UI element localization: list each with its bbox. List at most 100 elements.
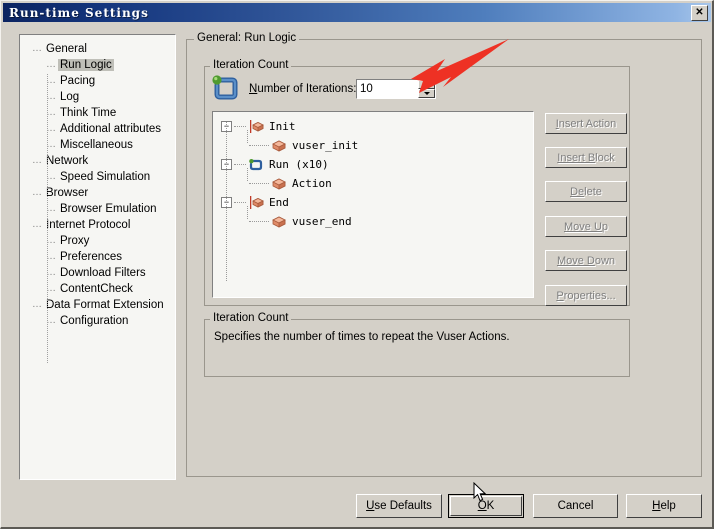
sidebar-item-preferences[interactable]: … Preferences bbox=[20, 249, 175, 265]
action-label: Action bbox=[292, 177, 332, 190]
delete-button[interactable]: De lete bbox=[545, 181, 627, 202]
number-of-iterations-input[interactable] bbox=[357, 80, 418, 98]
sidebar-item-proxy[interactable]: … Proxy bbox=[20, 233, 175, 249]
sidebar-item-label: Think Time bbox=[60, 107, 117, 119]
tree-dash-icon: … bbox=[32, 299, 42, 310]
button-label: se Defaults bbox=[374, 500, 432, 512]
sidebar-item-label: Run Logic bbox=[58, 59, 114, 71]
tree-dash-icon: … bbox=[32, 155, 42, 166]
sidebar-item-log[interactable]: … Log bbox=[20, 89, 175, 105]
sidebar-item-pacing[interactable]: … Pacing bbox=[20, 73, 175, 89]
nav-items-container: … General… Run Logic… Pacing… Log… Think Time… bbox=[20, 35, 175, 329]
button-mnemonic: Insert B bbox=[557, 151, 596, 164]
sidebar-item-run-logic[interactable]: … Run Logic bbox=[20, 57, 175, 73]
button-mnemonic: P bbox=[556, 289, 564, 302]
button-mnemonic: H bbox=[652, 500, 661, 512]
iteration-count-legend: Iteration Count bbox=[210, 59, 292, 71]
tree-dash-icon: … bbox=[32, 187, 42, 198]
sidebar-item-label: Miscellaneous bbox=[60, 139, 133, 151]
help-button[interactable]: Help bbox=[626, 494, 702, 518]
sidebar-item-browser[interactable]: … Browser bbox=[20, 185, 175, 201]
description-group bbox=[204, 319, 630, 377]
end-block-icon bbox=[248, 196, 264, 209]
tree-connector-line bbox=[234, 202, 246, 203]
action-tree-row[interactable]: vuser_end bbox=[213, 212, 533, 231]
tree-dash-icon: … bbox=[32, 43, 42, 54]
sidebar-item-additional-attributes[interactable]: … Additional attributes bbox=[20, 121, 175, 137]
sidebar-item-general[interactable]: … General bbox=[20, 41, 175, 57]
action-tree-row[interactable]: vuser_init bbox=[213, 136, 533, 155]
description-group-legend: Iteration Count bbox=[210, 312, 292, 324]
run-loop-icon bbox=[248, 158, 264, 171]
outer-group-legend: General: Run Logic bbox=[194, 32, 300, 44]
button-mnemonic: U bbox=[366, 500, 375, 512]
spin-up-icon[interactable] bbox=[418, 80, 435, 89]
button-mnemonic: Move U bbox=[563, 220, 602, 233]
sidebar-item-label: Log bbox=[60, 91, 80, 103]
sidebar-item-label: Internet Protocol bbox=[46, 219, 131, 231]
sidebar-item-download-filters[interactable]: … Download Filters bbox=[20, 265, 175, 281]
insert-block-button[interactable]: Insert Block bbox=[545, 147, 627, 168]
button-label: Cancel bbox=[557, 500, 594, 512]
action-tree-row[interactable]: −Run (x10) bbox=[213, 155, 533, 174]
action-label: vuser_end bbox=[292, 215, 352, 228]
properties-button[interactable]: Properties... bbox=[545, 285, 627, 306]
tree-dash-icon: … bbox=[46, 59, 56, 70]
tree-connector-line bbox=[234, 164, 246, 165]
run-logic-actions-tree[interactable]: −Init vuser_init −Run (x10) Action −End vuser… bbox=[212, 111, 534, 298]
action-block-icon bbox=[271, 177, 287, 190]
sidebar-item-think-time[interactable]: … Think Time bbox=[20, 105, 175, 121]
iter-label-rest: umber of Iterations: bbox=[257, 83, 357, 95]
tree-connector-line bbox=[249, 221, 269, 222]
button-label: nsert Action bbox=[558, 117, 617, 130]
settings-nav-tree[interactable]: … General… Run Logic… Pacing… Log… Think Time… bbox=[19, 34, 176, 480]
sidebar-item-internet-protocol[interactable]: … Internet Protocol bbox=[20, 217, 175, 233]
action-label: Run (x10) bbox=[269, 158, 329, 171]
nav-tree-trunk-line bbox=[47, 74, 48, 364]
outer-group-top-left-line bbox=[186, 39, 194, 40]
button-label: K bbox=[486, 500, 495, 512]
tree-connector-line bbox=[249, 145, 269, 146]
action-tree-row[interactable]: −Init bbox=[213, 117, 533, 136]
tree-connector-line bbox=[249, 183, 269, 184]
action-tree-row[interactable]: −End bbox=[213, 193, 533, 212]
spin-down-icon[interactable] bbox=[418, 89, 435, 98]
iterations-spinner[interactable] bbox=[418, 80, 435, 98]
tree-dash-icon: … bbox=[32, 219, 42, 230]
action-block-icon bbox=[271, 215, 287, 228]
number-of-iterations-field-wrap[interactable] bbox=[356, 79, 436, 99]
sidebar-item-label: Additional attributes bbox=[60, 123, 162, 135]
ok-button[interactable]: OK bbox=[448, 494, 524, 518]
sidebar-item-browser-emulation[interactable]: … Browser Emulation bbox=[20, 201, 175, 217]
button-mnemonic: O bbox=[477, 500, 487, 512]
button-mnemonic: Move D bbox=[556, 254, 595, 267]
sidebar-item-configuration[interactable]: … Configuration bbox=[20, 313, 175, 329]
button-label: own bbox=[594, 254, 616, 267]
tree-connector-line bbox=[234, 126, 246, 127]
close-icon[interactable]: ✕ bbox=[691, 5, 708, 21]
button-label: elp bbox=[660, 500, 676, 512]
sidebar-item-label: Browser bbox=[46, 187, 89, 199]
sidebar-item-speed-simulation[interactable]: … Speed Simulation bbox=[20, 169, 175, 185]
action-tree-row[interactable]: Action bbox=[213, 174, 533, 193]
sidebar-item-label: Pacing bbox=[60, 75, 96, 87]
sidebar-item-data-format-extension[interactable]: … Data Format Extension bbox=[20, 297, 175, 313]
sidebar-item-label: Configuration bbox=[60, 315, 129, 327]
action-block-icon bbox=[271, 139, 287, 152]
insert-action-button[interactable]: Insert Action bbox=[545, 113, 627, 134]
sidebar-item-label: General bbox=[46, 43, 87, 55]
sidebar-item-contentcheck[interactable]: … ContentCheck bbox=[20, 281, 175, 297]
number-of-iterations-label: Number of Iterations: bbox=[249, 83, 356, 95]
button-mnemonic: De bbox=[570, 185, 585, 198]
action-label: Init bbox=[269, 120, 296, 133]
use-defaults-button[interactable]: Use Defaults bbox=[356, 494, 442, 518]
cancel-button[interactable]: Cancel bbox=[533, 494, 618, 518]
sidebar-item-miscellaneous[interactable]: … Miscellaneous bbox=[20, 137, 175, 153]
sidebar-item-label: Preferences bbox=[60, 251, 123, 263]
move-up-button[interactable]: Move Up bbox=[545, 216, 627, 237]
sidebar-item-label: Speed Simulation bbox=[60, 171, 151, 183]
iteration-loop-icon bbox=[210, 72, 240, 102]
move-down-button[interactable]: Move Down bbox=[545, 250, 627, 271]
sidebar-item-label: ContentCheck bbox=[60, 283, 133, 295]
sidebar-item-network[interactable]: … Network bbox=[20, 153, 175, 169]
